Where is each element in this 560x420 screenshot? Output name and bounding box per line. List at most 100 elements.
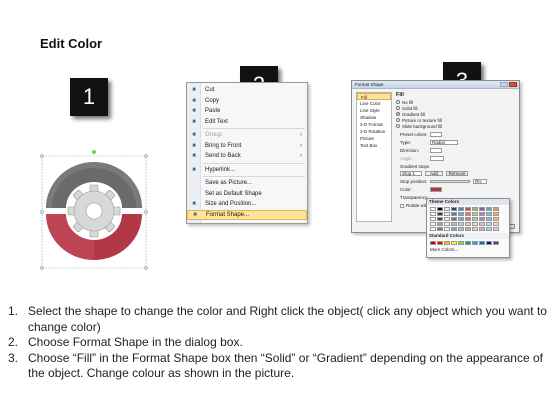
color-swatch[interactable] [465,212,471,216]
remove-stop-button[interactable]: Remove [446,171,468,176]
angle-field[interactable] [430,156,444,161]
color-swatch[interactable] [451,222,457,226]
color-swatch[interactable] [486,207,492,211]
color-swatch[interactable] [479,241,485,245]
add-stop-button[interactable]: Add [425,171,443,176]
radio-button[interactable] [396,100,400,104]
color-swatch[interactable] [472,227,478,231]
stop-position-field[interactable]: 0% [473,179,487,184]
color-swatch[interactable] [486,227,492,231]
color-swatch[interactable] [444,222,450,226]
color-swatch[interactable] [493,207,499,211]
menu-item[interactable]: Save as Picture... [187,178,307,188]
color-swatch[interactable] [444,241,450,245]
color-swatch[interactable] [444,207,450,211]
radio-button[interactable] [396,112,400,116]
menu-item[interactable]: ■ Group › [187,130,307,140]
color-swatch[interactable] [437,212,443,216]
fill-option[interactable]: Slide background fill [396,123,516,129]
color-swatch[interactable] [451,227,457,231]
color-swatch[interactable] [430,222,436,226]
category-item[interactable]: Line Color [357,100,391,107]
color-swatch[interactable] [493,217,499,221]
color-swatch[interactable] [465,207,471,211]
color-swatch[interactable] [472,207,478,211]
rotate-handle[interactable] [92,150,96,154]
color-swatch[interactable] [493,212,499,216]
gear-shape-graphic[interactable] [38,150,148,270]
color-swatch[interactable] [479,222,485,226]
color-swatch[interactable] [430,241,436,245]
more-colors-link[interactable]: More Colors... [427,247,509,252]
color-swatch[interactable] [486,241,492,245]
color-swatch[interactable] [437,227,443,231]
color-swatch[interactable] [430,212,436,216]
category-item[interactable]: Fill [357,93,391,100]
category-item[interactable]: Picture [357,135,391,142]
category-item[interactable]: 3-D Rotation [357,128,391,135]
radio-button[interactable] [396,106,400,110]
color-swatch[interactable] [430,207,436,211]
color-swatch[interactable] [458,207,464,211]
color-swatch[interactable] [486,217,492,221]
menu-item[interactable]: ■ Paste [187,106,307,116]
menu-item[interactable]: ■ Copy [187,96,307,106]
color-picker-button[interactable] [430,187,442,192]
color-swatch[interactable] [472,241,478,245]
color-swatch[interactable] [458,217,464,221]
color-swatch[interactable] [437,217,443,221]
color-swatch[interactable] [444,227,450,231]
color-swatch[interactable] [493,227,499,231]
color-swatch[interactable] [479,212,485,216]
color-swatch[interactable] [465,241,471,245]
color-swatch[interactable] [472,212,478,216]
color-swatch[interactable] [486,222,492,226]
category-item[interactable]: 3-D Format [357,121,391,128]
close-button[interactable] [509,82,517,87]
radio-button[interactable] [396,124,400,128]
stop-dropdown[interactable]: Stop 1 [400,171,422,176]
color-swatch[interactable] [465,217,471,221]
color-swatch[interactable] [437,207,443,211]
color-swatch[interactable] [430,217,436,221]
menu-item[interactable]: ■ Size and Position... [187,199,307,209]
menu-item[interactable]: ■ Edit Text [187,117,307,127]
color-swatch[interactable] [472,222,478,226]
color-swatch[interactable] [493,222,499,226]
resize-handle[interactable] [144,210,148,214]
resize-handle[interactable] [144,154,148,158]
menu-item[interactable]: ■ Send to Back › [187,151,307,161]
category-item[interactable]: Text Box [357,142,391,149]
color-swatch[interactable] [444,212,450,216]
menu-item[interactable]: ■ Cut [187,85,307,95]
color-swatch[interactable] [444,217,450,221]
menu-item[interactable]: ■ Format Shape... [187,209,307,220]
color-swatch[interactable] [458,212,464,216]
stop-position-slider[interactable] [430,180,470,183]
color-swatch[interactable] [479,217,485,221]
color-swatch[interactable] [430,227,436,231]
color-swatch[interactable] [465,227,471,231]
rotate-checkbox[interactable] [400,203,404,208]
preset-colors-dropdown[interactable] [430,132,442,137]
color-swatch[interactable] [437,222,443,226]
color-swatch[interactable] [458,241,464,245]
color-swatch[interactable] [472,217,478,221]
direction-dropdown[interactable] [430,148,442,153]
menu-item[interactable]: ■ Hyperlink... [187,165,307,175]
resize-handle[interactable] [144,266,148,270]
color-swatch[interactable] [465,222,471,226]
color-swatch[interactable] [458,227,464,231]
menu-item[interactable]: Set as Default Shape [187,189,307,199]
menu-item[interactable]: ■ Bring to Front › [187,141,307,151]
resize-handle[interactable] [40,266,44,270]
color-swatch[interactable] [479,227,485,231]
help-button[interactable] [500,82,508,87]
resize-handle[interactable] [40,210,44,214]
color-swatch[interactable] [451,241,457,245]
color-swatch[interactable] [437,241,443,245]
color-swatch[interactable] [479,207,485,211]
color-swatch[interactable] [451,212,457,216]
resize-handle[interactable] [40,154,44,158]
radio-button[interactable] [396,118,400,122]
